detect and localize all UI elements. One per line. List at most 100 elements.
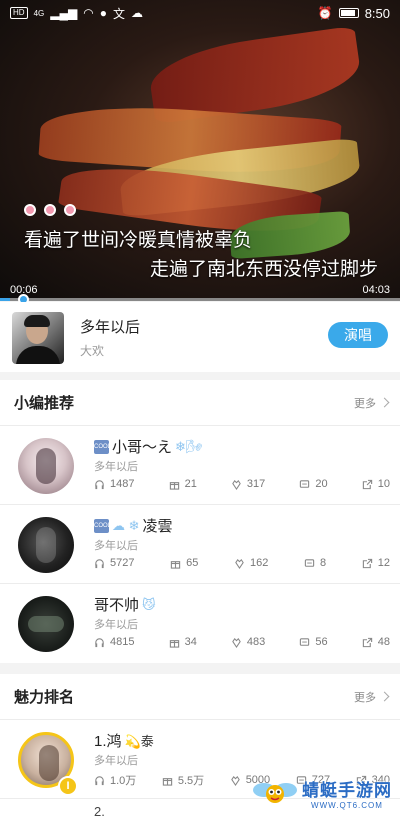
flower-icon <box>234 558 245 569</box>
song-detail-page: 看遍了世间冷暖真情被辜负 走遍了南北东西没停过脚步 00:06 04:03 HD… <box>0 0 400 816</box>
dragonfly-logo-icon <box>252 776 298 810</box>
headphones-icon <box>94 479 105 490</box>
headphones-icon <box>94 775 105 786</box>
chevron-right-icon <box>379 397 390 408</box>
listen-count: 1487 <box>110 478 135 490</box>
comment-icon <box>299 479 310 490</box>
watermark: 蜻蜓手游网 WWW.QT6.COM <box>252 776 392 810</box>
listen-count: 4815 <box>110 636 135 648</box>
lyric-line-2: 走遍了南北东西没停过脚步 <box>149 259 378 280</box>
comment-icon <box>304 558 315 569</box>
flower-icon <box>231 637 242 648</box>
song-name: 多年以后 <box>94 461 138 473</box>
more-label: 更多 <box>354 691 376 704</box>
song-name: 多年以后 <box>94 755 138 767</box>
network-label: 4G <box>33 8 45 18</box>
more-link[interactable]: 更多 <box>354 395 390 411</box>
lyric-dot <box>24 204 36 216</box>
translate-icon: 文 <box>112 6 125 21</box>
name-decoration: ❄🌬 <box>175 438 203 454</box>
more-link[interactable]: 更多 <box>354 689 390 705</box>
sing-button[interactable]: 演唱 <box>328 322 388 348</box>
comment-count: 8 <box>319 557 327 569</box>
share-icon <box>362 558 373 569</box>
clock: 8:50 <box>364 5 390 21</box>
cool-badge: COOL <box>94 518 111 533</box>
gift-count: 21 <box>184 478 197 490</box>
name-decoration: 😼 <box>142 596 156 612</box>
stats-row: 5727 65 162 8 12 <box>94 557 390 569</box>
cloud-icon: ☁ <box>130 6 143 20</box>
stats-row: 4815 34 483 56 48 <box>94 636 390 648</box>
list-item[interactable]: COOL ☁ ❄ 凌雲 多年以后 5727 65 162 8 12 <box>0 505 400 584</box>
hd-badge: HD <box>10 7 28 19</box>
watermark-url: WWW.QT6.COM <box>311 801 383 810</box>
flower-icon <box>231 479 242 490</box>
editor-picks-section: 小编推荐 更多 COOL 小哥～え ❄🌬 多年以后 1487 21 317 20… <box>0 380 400 663</box>
song-title: 多年以后 <box>80 319 141 336</box>
user-name: 哥不帅 <box>94 597 140 614</box>
battery-icon <box>338 8 359 18</box>
stats-row: 1487 21 317 20 10 <box>94 478 390 490</box>
share-icon <box>362 637 373 648</box>
gift-count: 65 <box>186 557 199 569</box>
lyric-dot <box>44 204 56 216</box>
song-info: 多年以后 大欢 演唱 <box>0 302 400 372</box>
lyric-line-1: 看遍了世间冷暖真情被辜负 <box>24 230 253 251</box>
rank-coin-icon: I <box>58 776 78 796</box>
next-rank-partial: 2. <box>94 804 105 816</box>
listen-count: 1.0万 <box>110 775 137 787</box>
user-name: 小哥～え <box>112 439 173 456</box>
list-item[interactable]: COOL 小哥～え ❄🌬 多年以后 1487 21 317 20 10 <box>0 426 400 505</box>
name-decoration: ☁ ❄ <box>112 517 140 533</box>
total-time: 04:03 <box>362 284 390 296</box>
singer-avatar[interactable] <box>12 312 64 364</box>
lyric-dots <box>24 204 76 216</box>
avatar[interactable] <box>18 517 74 573</box>
listen-count: 5727 <box>110 557 135 569</box>
progress-fill <box>0 298 10 301</box>
list-item[interactable]: 哥不帅 😼 多年以后 4815 34 483 56 48 <box>0 584 400 663</box>
section-title: 魅力排名 <box>14 689 75 706</box>
user-name-line: COOL 小哥～え ❄🌬 <box>94 436 202 457</box>
share-count: 10 <box>377 478 390 490</box>
flower-count: 162 <box>249 557 269 569</box>
song-artist: 大欢 <box>80 344 105 358</box>
message-icon: ● <box>99 6 107 20</box>
avatar[interactable] <box>18 438 74 494</box>
gift-icon <box>169 479 180 490</box>
gift-icon <box>170 558 181 569</box>
video-player[interactable]: 看遍了世间冷暖真情被辜负 走遍了南北东西没停过脚步 00:06 04:03 <box>0 0 400 300</box>
headphones-icon <box>94 558 105 569</box>
avatar[interactable] <box>18 596 74 652</box>
status-bar: HD 4G ▂▄▆ ◠ ● 文 ☁ ⏰ 8:50 <box>0 0 400 26</box>
comment-icon <box>299 637 310 648</box>
chevron-right-icon <box>379 691 390 702</box>
gift-count: 34 <box>184 636 197 648</box>
comment-count: 20 <box>315 478 328 490</box>
flower-count: 483 <box>246 636 266 648</box>
name-decoration: 💫泰 <box>124 734 154 749</box>
share-count: 12 <box>377 557 390 569</box>
comment-count: 56 <box>315 636 328 648</box>
signal-icon: ▂▄▆ <box>50 6 78 20</box>
share-count: 48 <box>377 636 390 648</box>
alarm-icon: ⏰ <box>317 6 333 20</box>
progress-bar[interactable] <box>0 298 400 301</box>
section-header: 魅力排名 更多 <box>0 674 400 720</box>
more-label: 更多 <box>354 397 376 410</box>
song-name: 多年以后 <box>94 619 138 631</box>
user-name: 1.鸿 <box>94 733 122 750</box>
gift-icon <box>169 637 180 648</box>
user-name-line: 1.鸿 💫泰 <box>94 730 154 751</box>
cool-badge: COOL <box>94 439 111 454</box>
share-icon <box>362 479 373 490</box>
user-name-line: 哥不帅 😼 <box>94 594 156 615</box>
wifi-icon: ◠ <box>83 6 94 20</box>
lyric-dot <box>64 204 76 216</box>
flower-count: 317 <box>246 478 266 490</box>
flower-icon <box>230 775 241 786</box>
headphones-icon <box>94 637 105 648</box>
gift-count: 5.5万 <box>177 775 205 787</box>
section-header: 小编推荐 更多 <box>0 380 400 426</box>
